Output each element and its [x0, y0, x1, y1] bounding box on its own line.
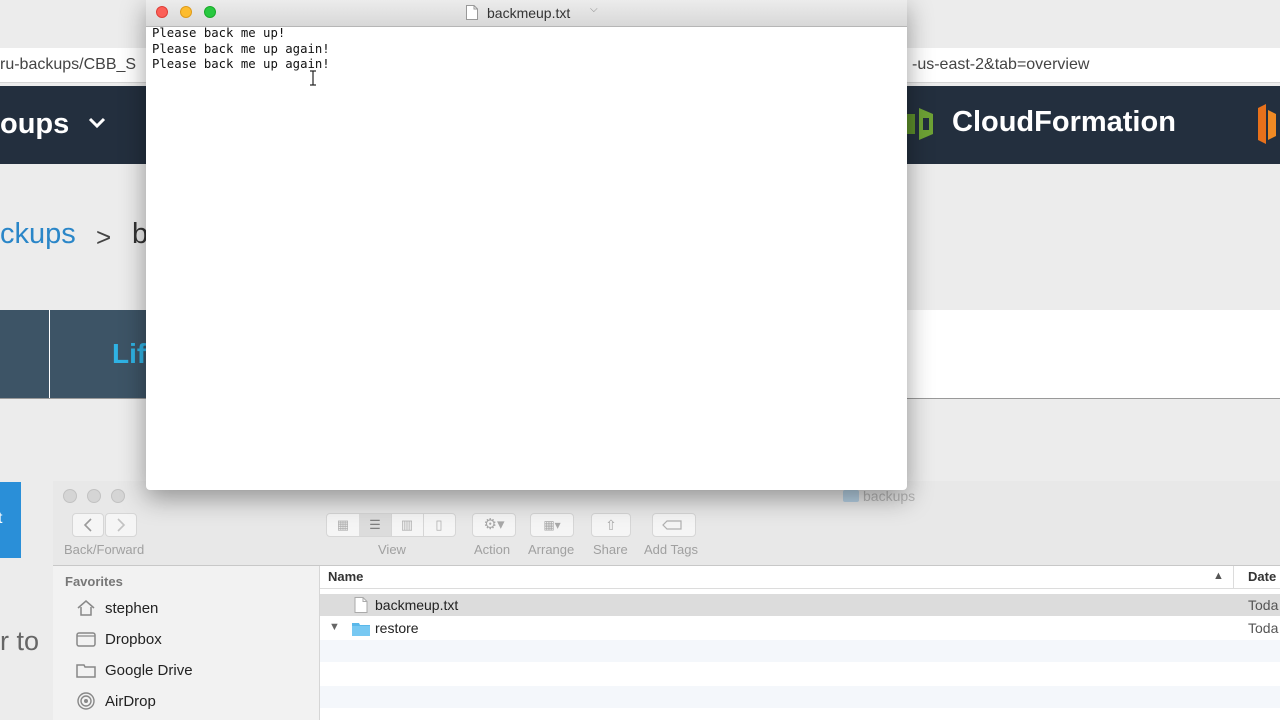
folder-icon: [352, 623, 370, 636]
title-bar[interactable]: backmeup.txt ⌵: [146, 0, 907, 27]
finder-window: backups Back/Forward ▦ ☰ ▥ ▯ View ⚙▾ Act…: [53, 481, 1280, 720]
add-tags-label: Add Tags: [644, 542, 698, 557]
dropbox-icon: [75, 629, 97, 649]
empty-row: [320, 640, 1280, 662]
table-row[interactable]: ▼ restore Toda: [320, 617, 1280, 639]
chevron-down-icon[interactable]: [88, 116, 106, 130]
file-name: backmeup.txt: [375, 597, 459, 613]
share-icon: ⇧: [605, 517, 617, 533]
minimize-button[interactable]: [87, 489, 101, 503]
tab-overview[interactable]: [0, 310, 49, 398]
list-header: Name ▲ Date: [320, 566, 1280, 589]
zoom-button[interactable]: [204, 6, 216, 18]
service-icon[interactable]: [1250, 104, 1280, 144]
forward-button[interactable]: [105, 513, 137, 537]
file-date: Toda: [1248, 620, 1279, 636]
chevron-right-icon: [117, 518, 126, 532]
blue-action-button[interactable]: t: [0, 482, 21, 558]
window-title: backmeup.txt: [487, 5, 571, 21]
zoom-button[interactable]: [111, 489, 125, 503]
home-icon: [75, 598, 97, 618]
add-tags-button[interactable]: [652, 513, 696, 537]
disclosure-triangle-icon[interactable]: ▼: [329, 621, 340, 633]
background-text: r to: [0, 626, 40, 656]
sidebar-item-label: AirDrop: [105, 692, 156, 710]
sidebar-item-label: stephen: [105, 599, 159, 617]
arrange-label: Arrange: [528, 542, 575, 557]
finder-title-text: backups: [863, 488, 916, 504]
arrange-icon: ▦▾: [543, 518, 561, 532]
back-forward-label: Back/Forward: [64, 542, 145, 557]
text-file-icon: [354, 597, 368, 613]
breadcrumb-separator: >: [96, 222, 112, 252]
finder-sidebar: Favorites stephen Dropbox Google Drive A…: [53, 566, 320, 720]
sidebar-item-airdrop[interactable]: AirDrop: [75, 689, 156, 713]
breadcrumb-link[interactable]: ckups: [0, 218, 76, 251]
chevron-left-icon: [83, 518, 92, 532]
text-line: Please back me up again!: [152, 41, 330, 56]
close-button[interactable]: [156, 6, 168, 18]
view-switcher[interactable]: ▦ ☰ ▥ ▯: [326, 513, 456, 537]
text-line: Please back me up again!: [152, 57, 330, 71]
text-line: Please back me up!: [152, 26, 286, 40]
folder-icon: [843, 490, 859, 502]
arrange-button[interactable]: ▦▾: [530, 513, 574, 537]
back-button[interactable]: [72, 513, 104, 537]
empty-row: [320, 686, 1280, 708]
text-cursor-icon: [310, 70, 316, 86]
cloudformation-icon[interactable]: [907, 106, 937, 142]
gear-icon: ⚙▾: [483, 516, 505, 533]
favorites-heading: Favorites: [65, 574, 123, 589]
url-text-right: -us-east-2&tab=overview: [912, 56, 1090, 73]
action-label: Action: [474, 542, 511, 557]
column-header-date[interactable]: Date: [1233, 566, 1276, 588]
column-header-name[interactable]: Name: [328, 569, 363, 584]
sort-ascending-icon[interactable]: ▲: [1213, 570, 1224, 582]
minimize-button[interactable]: [180, 6, 192, 18]
sidebar-item-label: Google Drive: [105, 661, 193, 679]
url-text-left: ru-backups/CBB_S: [0, 56, 137, 73]
sidebar-item-google-drive[interactable]: Google Drive: [75, 658, 193, 682]
document-icon: [466, 5, 478, 20]
share-label: Share: [593, 542, 628, 557]
sidebar-item-dropbox[interactable]: Dropbox: [75, 627, 162, 651]
tag-icon: [662, 520, 682, 530]
column-view-icon[interactable]: ▥: [391, 514, 424, 536]
file-name: restore: [375, 620, 419, 636]
finder-title: backups: [843, 488, 915, 504]
table-row[interactable]: backmeup.txt Toda: [320, 594, 1280, 616]
coverflow-view-icon[interactable]: ▯: [423, 514, 455, 536]
icon-view-icon[interactable]: ▦: [327, 514, 360, 536]
bucket-menu-label[interactable]: oups: [0, 108, 69, 141]
action-button[interactable]: ⚙▾: [472, 513, 516, 537]
textedit-window: backmeup.txt ⌵ Please back me up! Please…: [146, 0, 907, 490]
chevron-down-icon[interactable]: ⌵: [590, 4, 598, 15]
tab-lifecycle-label: Lif: [112, 338, 147, 369]
close-button[interactable]: [63, 489, 77, 503]
finder-toolbar: backups Back/Forward ▦ ☰ ▥ ▯ View ⚙▾ Act…: [53, 481, 1280, 566]
cloudformation-link[interactable]: CloudFormation: [952, 106, 1176, 139]
view-label: View: [378, 542, 406, 557]
text-editor-area[interactable]: Please back me up! Please back me up aga…: [152, 26, 330, 73]
sidebar-item-label: Dropbox: [105, 630, 162, 648]
folder-icon: [75, 660, 97, 680]
airdrop-icon: [75, 691, 97, 711]
blue-action-button-label: t: [0, 510, 3, 527]
file-date: Toda: [1248, 597, 1279, 613]
sidebar-item-stephen[interactable]: stephen: [75, 596, 158, 620]
list-view-icon[interactable]: ☰: [359, 514, 392, 536]
file-list: Name ▲ Date backmeup.txt Toda ▼ restore …: [320, 566, 1280, 720]
share-button[interactable]: ⇧: [591, 513, 631, 537]
